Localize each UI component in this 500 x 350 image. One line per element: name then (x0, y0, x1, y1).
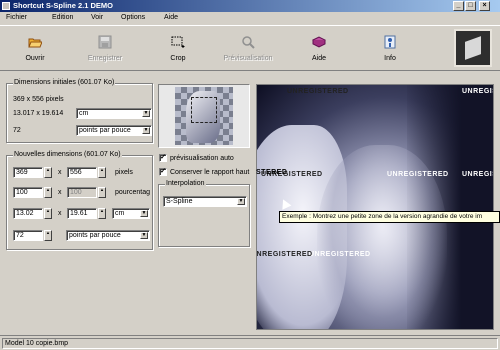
thumbnail-navigator[interactable] (158, 84, 250, 148)
menu-aide[interactable]: Aide (164, 14, 178, 21)
initial-res-text: 72 (13, 127, 21, 134)
preview-button[interactable]: Prévisualisation (213, 26, 283, 71)
chevron-down-icon[interactable]: ▼ (142, 127, 150, 134)
chevron-down-icon[interactable]: ▼ (142, 110, 150, 117)
info-button[interactable]: Info (355, 26, 425, 71)
menu-edition[interactable]: Edition (52, 14, 73, 21)
chevron-down-icon[interactable]: ▼ (140, 210, 148, 217)
chevron-down-icon[interactable]: ▼ (140, 232, 148, 239)
height-pixels-spinner[interactable]: ▲ (98, 167, 106, 178)
width-pixels-spinner[interactable]: ▲ (44, 167, 52, 178)
open-button[interactable]: Ouvrir (0, 26, 70, 71)
chevron-down-icon[interactable]: ▼ (237, 198, 245, 205)
interpolation-group: Interpolation (158, 180, 250, 247)
width-percent-input[interactable]: 100 (13, 187, 43, 198)
open-label: Ouvrir (25, 55, 45, 62)
width-cm-spinner[interactable]: ▲ (44, 208, 52, 219)
window-title: Shortcut S-Spline 2.1 DEMO (13, 1, 114, 10)
minimize-button[interactable]: _ (453, 1, 464, 11)
initial-unit-value: cm (79, 110, 89, 117)
help-book-icon (312, 36, 326, 48)
save-button[interactable]: Enregistrer (70, 26, 140, 71)
crop-icon (171, 36, 185, 48)
initial-res-unit-select[interactable]: points par pouce ▼ (76, 125, 152, 136)
height-percent-spinner[interactable]: ▲ (98, 187, 106, 198)
watermark-text: UNREGISTERED (256, 251, 313, 258)
resolution-unit-value: points par pouce (69, 232, 121, 239)
info-icon (384, 35, 396, 49)
help-label: Aide (311, 55, 326, 62)
crop-button[interactable]: Crop (143, 26, 213, 71)
width-cm-input[interactable]: 13.02 (13, 208, 43, 219)
initial-res-unit-value: points par pouce (79, 127, 131, 134)
thumbnail-selection-box[interactable] (191, 97, 217, 123)
close-button[interactable]: × (479, 1, 490, 11)
status-bar: Model 10 copie.bmp (0, 335, 500, 350)
cm-unit-select[interactable]: cm ▼ (112, 208, 150, 219)
height-percent-input[interactable]: 100 (67, 187, 97, 198)
app-icon (2, 2, 10, 10)
auto-preview-checkbox[interactable]: ✓ (159, 154, 167, 162)
disk-icon (98, 35, 112, 49)
status-filename: Model 10 copie.bmp (2, 338, 498, 349)
times-label: x (58, 189, 62, 196)
preview-label: Prévisualisation (223, 55, 273, 62)
width-percent-spinner[interactable]: ▲ (44, 187, 52, 198)
height-cm-spinner[interactable]: ▲ (98, 208, 106, 219)
magnifier-icon (242, 36, 255, 49)
percent-unit-label: pourcentag (115, 189, 151, 196)
height-cm-input[interactable]: 19.61 (67, 208, 97, 219)
menu-bar: Fichier Edition Voir Options Aide (0, 12, 500, 24)
height-pixels-input[interactable]: 556 (67, 167, 97, 178)
times-label: x (58, 169, 62, 176)
app-logo (454, 29, 492, 67)
save-label: Enregistrer (87, 55, 123, 62)
info-label: Info (384, 55, 396, 62)
cm-unit-value: cm (115, 210, 125, 217)
watermark-text: UNREGISTERED (462, 88, 493, 95)
pixels-unit-label: pixels (115, 169, 133, 176)
interpolation-select[interactable]: S-Spline ▼ (163, 196, 247, 207)
watermark-text: UNREGISTERED (462, 171, 493, 178)
interpolation-legend: Interpolation (165, 180, 206, 187)
width-pixels-input[interactable]: 369 (13, 167, 43, 178)
help-button[interactable]: Aide (284, 26, 354, 71)
times-label: x (58, 210, 62, 217)
initial-pixels-text: 369 x 556 pixels (13, 96, 64, 103)
preview-tooltip: Exemple : Montrez une petite zone de la … (279, 211, 500, 223)
watermark-text: UNREGISTERED (309, 251, 371, 258)
open-folder-icon (28, 38, 42, 48)
watermark-text: UNREGISTERED (287, 88, 349, 95)
auto-preview-label: prévisualisation auto (170, 155, 234, 162)
image-preview[interactable]: UNREGISTERED UNREGISTERED UNREGISTERED U… (256, 84, 494, 330)
title-bar: Shortcut S-Spline 2.1 DEMO _ □ × (0, 0, 500, 12)
watermark-text: UNREGISTERED (387, 171, 449, 178)
new-dimensions-legend: Nouvelles dimensions (601.07 Ko) (13, 151, 122, 158)
menu-voir[interactable]: Voir (91, 14, 103, 21)
resolution-unit-select[interactable]: points par pouce ▼ (66, 230, 150, 241)
initial-size-text: 13.017 x 19.614 (13, 110, 64, 117)
initial-dimensions-legend: Dimensions initiales (601.07 Ko) (13, 79, 116, 86)
watermark-partial-text: STERED (256, 169, 288, 176)
interpolation-value: S-Spline (166, 198, 193, 205)
menu-fichier[interactable]: Fichier (6, 14, 27, 21)
initial-unit-select[interactable]: cm ▼ (76, 108, 152, 119)
crop-label: Crop (170, 55, 186, 62)
toolbar: Ouvrir Enregistrer Crop Prévisualisation… (0, 25, 500, 71)
keep-ratio-label: Conserver le rapport haut (170, 169, 250, 176)
resolution-input[interactable]: 72 (13, 230, 43, 241)
resolution-spinner[interactable]: ▲ (44, 230, 52, 241)
keep-ratio-checkbox[interactable]: ✓ (159, 168, 167, 176)
menu-options[interactable]: Options (121, 14, 145, 21)
maximize-button[interactable]: □ (465, 1, 476, 11)
